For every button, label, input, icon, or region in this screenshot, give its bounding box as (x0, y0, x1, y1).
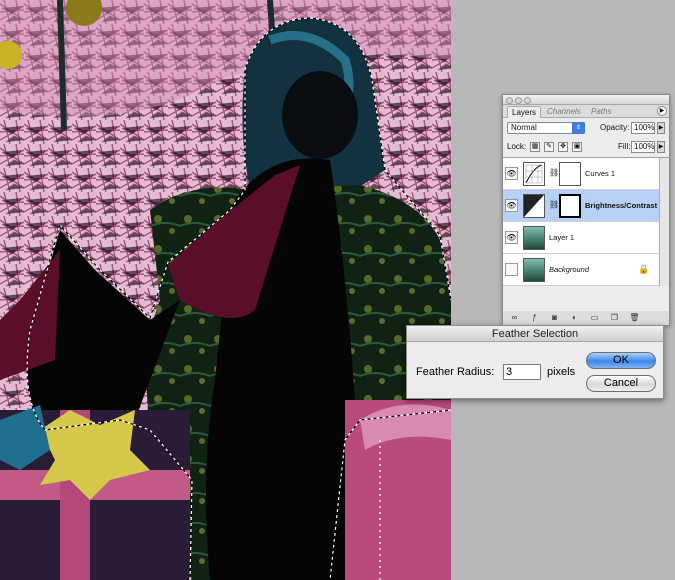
lock-transparent-icon[interactable]: ▦ (530, 142, 540, 152)
zoom-icon[interactable] (524, 96, 531, 104)
adjustment-icon[interactable]: ◐ (569, 313, 580, 323)
blend-mode-value: Normal (511, 123, 537, 132)
cancel-button[interactable]: Cancel (586, 375, 656, 392)
layer-name: Brightness/Contrast ... (585, 201, 666, 210)
feather-selection-dialog: Feather Selection Feather Radius: pixels… (406, 325, 664, 399)
lock-all-icon[interactable]: ▣ (572, 142, 582, 152)
ok-button[interactable]: OK (586, 352, 656, 369)
lock-image-icon[interactable]: ✎ (544, 142, 554, 152)
dialog-title: Feather Selection (407, 326, 663, 342)
layer-thumbnail (523, 226, 545, 250)
canvas-artwork (0, 0, 451, 580)
layer-name: Layer 1 (549, 233, 575, 242)
layer-row-layer-1[interactable]: 👁 Layer 1 (503, 222, 659, 254)
palette-toolbar: ∞ ƒ ◙ ◐ ▭ ❐ 🗑 (503, 311, 669, 325)
eye-icon[interactable]: 👁 (505, 167, 518, 180)
lock-position-icon[interactable]: ✥ (558, 142, 568, 152)
fill-arrow-icon[interactable]: ▶ (657, 141, 665, 153)
eye-icon[interactable]: 👁 (505, 231, 518, 244)
link-icon: ⛓ (549, 168, 560, 177)
mask-icon[interactable]: ◙ (549, 313, 560, 323)
palette-tabs: Layers Channels Paths ▶ (503, 105, 669, 118)
folder-icon[interactable]: ▭ (589, 313, 600, 323)
opacity-label: Opacity: (600, 123, 630, 132)
document-canvas[interactable] (0, 0, 451, 580)
link-icon: ⛓ (549, 200, 560, 209)
visibility-toggle[interactable] (505, 263, 518, 276)
layer-mask-thumbnail[interactable] (559, 194, 581, 218)
palette-menu-icon[interactable]: ▶ (657, 106, 667, 116)
tab-paths[interactable]: Paths (587, 106, 615, 118)
feather-radius-label: Feather Radius: (416, 366, 495, 378)
feather-radius-input[interactable] (503, 364, 541, 380)
layer-list-scrollbar[interactable] (659, 158, 669, 286)
layer-list: 👁 ⛓ Curves 1 👁 ⛓ Brightness/Contrast ... (503, 157, 669, 286)
tab-layers[interactable]: Layers (507, 106, 542, 118)
blend-row: Normal ⇕ Opacity: 100% ▶ (503, 118, 669, 137)
layer-mask-thumbnail[interactable] (559, 162, 581, 186)
curves-adjustment-icon (523, 162, 545, 186)
layer-row-curves[interactable]: 👁 ⛓ Curves 1 (503, 158, 659, 190)
blend-mode-select[interactable]: Normal ⇕ (507, 122, 585, 134)
layers-palette: Layers Channels Paths ▶ Normal ⇕ Opacity… (502, 94, 670, 326)
fill-label: Fill: (618, 142, 631, 151)
close-icon[interactable] (506, 96, 513, 104)
lock-row: Lock: ▦ ✎ ✥ ▣ Fill: 100% ▶ (503, 137, 669, 156)
opacity-arrow-icon[interactable]: ▶ (657, 122, 665, 134)
layer-row-background[interactable]: Background 🔒 (503, 254, 659, 286)
palette-titlebar[interactable] (503, 95, 669, 105)
brightness-contrast-adjustment-icon (523, 194, 545, 218)
fill-field[interactable]: 100% (631, 141, 655, 153)
lock-icon: 🔒 (638, 264, 650, 274)
layer-name: Background (549, 265, 590, 274)
feather-unit-label: pixels (547, 366, 576, 378)
layer-style-icon[interactable]: ƒ (529, 313, 540, 323)
trash-icon[interactable]: 🗑 (629, 313, 640, 323)
photoshop-workspace: Layers Channels Paths ▶ Normal ⇕ Opacity… (0, 0, 675, 580)
link-icon[interactable]: ∞ (509, 313, 520, 323)
layer-row-brightness-contrast[interactable]: 👁 ⛓ Brightness/Contrast ... (503, 190, 665, 222)
new-layer-icon[interactable]: ❐ (609, 313, 620, 323)
minimize-icon[interactable] (515, 96, 522, 104)
layer-thumbnail (523, 258, 545, 282)
opacity-field[interactable]: 100% (631, 122, 655, 134)
chevron-down-icon[interactable]: ⇕ (572, 122, 585, 134)
layer-name: Curves 1 (585, 169, 616, 178)
lock-label: Lock: (507, 142, 527, 151)
tab-channels[interactable]: Channels (543, 106, 585, 118)
eye-icon[interactable]: 👁 (505, 199, 518, 212)
